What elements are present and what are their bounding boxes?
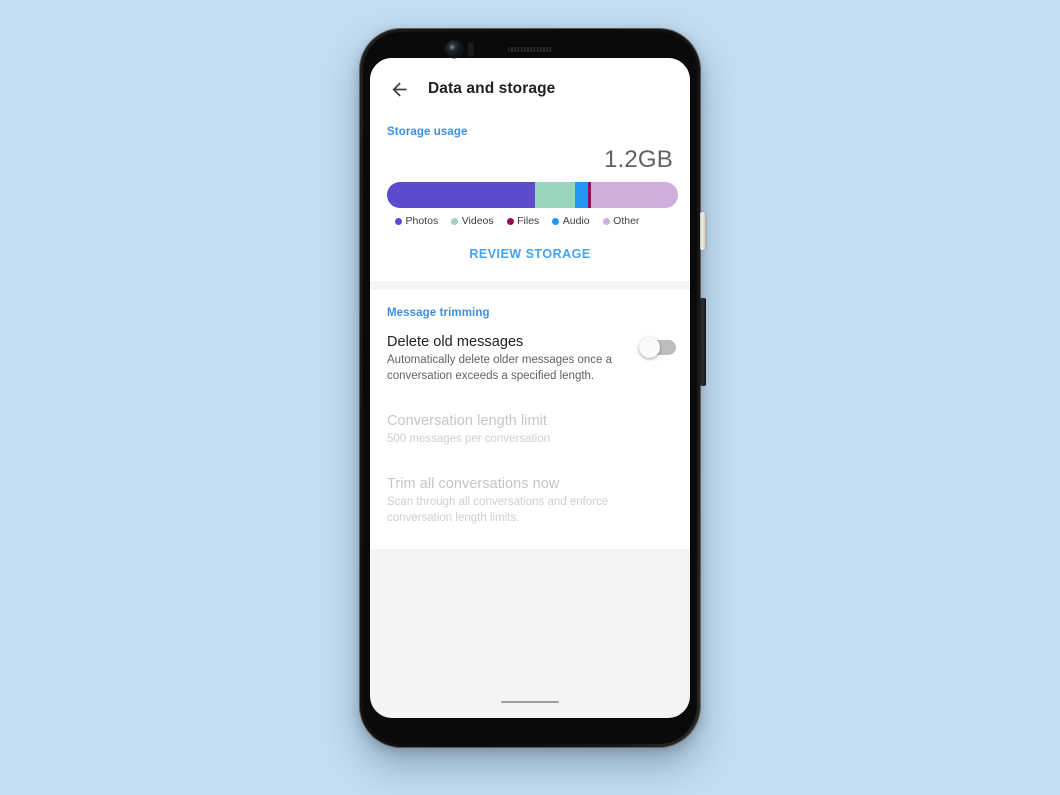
setting-title-conversation-length-limit: Conversation length limit	[387, 412, 548, 429]
legend-dot-audio	[552, 217, 560, 225]
setting-subtitle-delete-old-messages: Automatically delete older messages once…	[387, 354, 613, 383]
storage-segment-videos	[535, 182, 575, 208]
card-divider	[370, 281, 690, 290]
volume-rocker-button[interactable]	[700, 298, 706, 386]
legend-item-files: Files	[506, 215, 540, 227]
arrow-left-icon	[392, 82, 406, 96]
setting-subtitle-trim-all-conversations: Scan through all conversations and enfor…	[387, 495, 609, 525]
legend-label-files: Files	[517, 215, 540, 227]
phone-screen: Data and storage Storage usage 1.2GB Pho…	[370, 58, 690, 718]
legend-item-videos: Videos	[451, 215, 494, 227]
app-bar: Data and storage	[370, 58, 690, 120]
legend-item-photos: Photos	[395, 215, 438, 227]
legend-item-other: Other	[602, 215, 640, 227]
legend-dot-videos	[451, 217, 459, 225]
message-trimming-header: Message trimming	[387, 307, 490, 319]
legend-dot-files	[506, 217, 514, 225]
setting-title-trim-all-conversations: Trim all conversations now	[387, 475, 560, 492]
review-storage-button[interactable]: REVIEW STORAGE	[469, 247, 590, 261]
front-camera-icon	[446, 41, 462, 57]
setting-title-delete-old-messages: Delete old messages	[387, 334, 524, 350]
message-trimming-card: Message trimming Delete old messages Aut…	[370, 290, 690, 549]
legend-dot-other	[602, 217, 610, 225]
legend-label-other: Other	[613, 215, 640, 227]
setting-row-conversation-length-limit: Conversation length limit 500 messages p…	[387, 413, 673, 447]
storage-usage-card: Storage usage 1.2GB Photos Videos Files …	[370, 120, 690, 281]
storage-segment-other	[590, 182, 678, 208]
legend-label-photos: Photos	[405, 215, 439, 227]
page-title: Data and storage	[428, 80, 556, 97]
storage-total-value: 1.2GB	[603, 146, 673, 173]
legend-label-videos: Videos	[461, 215, 494, 227]
back-button[interactable]	[384, 74, 414, 104]
setting-row-delete-old-messages[interactable]: Delete old messages Automatically delete…	[387, 334, 676, 385]
proximity-sensor-icon	[468, 42, 474, 57]
setting-subtitle-conversation-length-limit: 500 messages per conversation	[387, 432, 551, 445]
legend-item-audio: Audio	[552, 215, 590, 227]
phone-device: Data and storage Storage usage 1.2GB Pho…	[359, 28, 706, 748]
storage-usage-bar	[387, 182, 678, 208]
power-button[interactable]	[700, 212, 706, 250]
storage-segment-audio	[574, 182, 588, 208]
toggle-knob	[639, 337, 660, 358]
earpiece-speaker-icon	[508, 47, 552, 52]
storage-legend: Photos Videos Files Audio Other	[387, 215, 673, 227]
setting-row-trim-all-conversations: Trim all conversations now Scan through …	[387, 476, 673, 527]
delete-old-messages-toggle[interactable]	[639, 337, 676, 358]
home-gesture-indicator[interactable]	[501, 700, 559, 703]
legend-label-audio: Audio	[562, 215, 590, 227]
storage-usage-header: Storage usage	[387, 126, 468, 138]
legend-dot-photos	[395, 217, 402, 225]
storage-segment-photos	[387, 182, 536, 208]
